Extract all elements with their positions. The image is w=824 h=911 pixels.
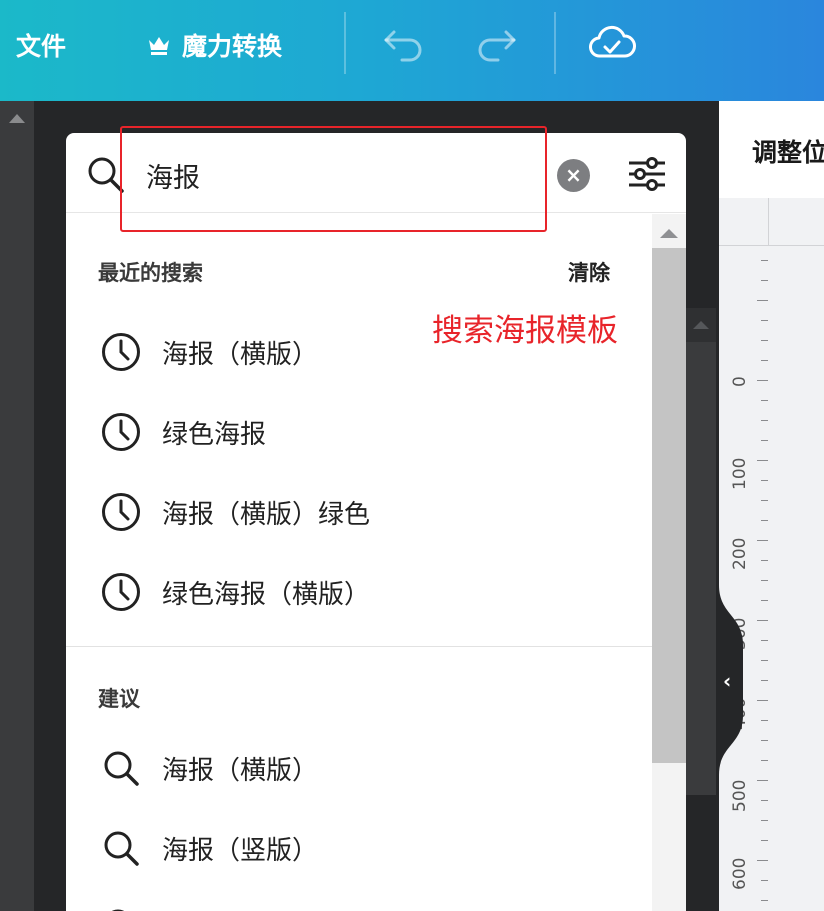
ruler-label: 500	[730, 779, 750, 812]
scroll-up-arrow-icon[interactable]	[9, 114, 25, 123]
ruler-tick	[761, 260, 768, 261]
ruler-tick	[761, 840, 768, 841]
panel-scrollbar[interactable]	[686, 342, 716, 795]
search-icon	[111, 909, 125, 911]
toolbar-divider	[554, 12, 556, 74]
right-panel-title: 调整位	[752, 138, 824, 167]
recent-search-label: 绿色海报	[162, 419, 267, 450]
ruler-tick	[761, 500, 768, 501]
suggestion-item[interactable]	[100, 903, 600, 911]
suggestions-title: 建议	[98, 687, 140, 711]
suggestion-label: 海报（竖版）	[162, 835, 319, 866]
vertical-ruler: 0 100 200 300 400 500 600	[719, 246, 769, 911]
ruler-tick	[761, 640, 768, 641]
left-scroll-strip	[0, 101, 34, 911]
ruler-tick	[761, 400, 768, 401]
recent-search-item[interactable]: 海报（横版）绿色	[100, 489, 600, 535]
ruler-tick	[761, 820, 768, 821]
recent-search-label: 绿色海报（横版）	[162, 579, 371, 610]
scroll-up-arrow-icon[interactable]	[660, 229, 678, 238]
ruler-tick	[761, 720, 768, 721]
annotation-highlight-box	[120, 126, 547, 232]
ruler-label: 100	[730, 457, 750, 490]
ruler-label: 600	[730, 857, 750, 890]
search-icon	[104, 751, 139, 786]
clear-recent-button[interactable]: 清除	[568, 257, 610, 287]
suggestion-item[interactable]: 海报（横版）	[100, 745, 600, 791]
clock-icon	[102, 413, 140, 451]
suggestion-label: 海报（横版）	[162, 755, 319, 786]
redo-icon[interactable]	[474, 22, 518, 62]
ruler-label: 0	[730, 376, 750, 387]
ruler-tick	[757, 700, 768, 701]
ruler-tick	[761, 760, 768, 761]
clear-icon[interactable]: ×	[557, 159, 590, 192]
file-menu[interactable]: 文件	[16, 27, 66, 63]
horizontal-ruler	[719, 198, 824, 246]
ruler-tick	[757, 300, 768, 301]
ruler-tick	[761, 800, 768, 801]
ruler-label: 200	[730, 537, 750, 570]
annotation-label: 搜索海报模板	[432, 313, 618, 349]
ruler-tick	[761, 360, 768, 361]
panel-scroll-up-icon	[693, 321, 709, 329]
ruler-tick	[761, 900, 768, 901]
ruler-tick	[761, 280, 768, 281]
search-icon	[104, 831, 139, 866]
clock-icon	[102, 493, 140, 531]
undo-icon[interactable]	[382, 22, 426, 62]
ruler-tick	[757, 860, 768, 861]
toolbar-divider	[344, 12, 346, 74]
ruler-tick	[761, 580, 768, 581]
ruler-tick	[761, 340, 768, 341]
filter-sliders-icon[interactable]	[626, 153, 668, 195]
recent-search-item[interactable]: 绿色海报	[100, 409, 600, 455]
dropdown-scroll-thumb[interactable]	[652, 248, 686, 763]
ruler-tick	[761, 320, 768, 321]
recent-search-label: 海报（横版）	[162, 339, 319, 370]
ruler-tick	[757, 780, 768, 781]
ruler-tick	[761, 440, 768, 441]
crown-icon	[149, 37, 169, 55]
section-divider	[66, 646, 652, 647]
magic-resize-button[interactable]: 魔力转换	[146, 27, 282, 63]
suggestion-item[interactable]: 海报（竖版）	[100, 825, 600, 871]
ruler-tick	[761, 740, 768, 741]
ruler-tick	[757, 540, 768, 541]
top-toolbar: 文件 魔力转换	[0, 0, 824, 101]
ruler-tick	[761, 560, 768, 561]
recent-search-label: 海报（横版）绿色	[162, 499, 371, 530]
magic-resize-label: 魔力转换	[182, 32, 283, 61]
ruler-tick	[761, 680, 768, 681]
ruler-tick	[761, 420, 768, 421]
clock-icon	[102, 573, 140, 611]
ruler-tick	[761, 880, 768, 881]
ruler-tick	[757, 380, 768, 381]
clock-icon	[102, 333, 140, 371]
ruler-tick	[757, 620, 768, 621]
cloud-check-icon[interactable]	[588, 22, 636, 64]
recent-search-item[interactable]: 绿色海报（横版）	[100, 569, 600, 615]
chevron-left-icon: ‹	[723, 669, 732, 693]
ruler-tick	[761, 520, 768, 521]
search-dropdown: × 最近的搜索 清除 海报（横版） 绿色海报 海报（横版）绿色 绿色海报（横版）…	[66, 133, 686, 911]
ruler-tick	[761, 660, 768, 661]
ruler-tick	[757, 460, 768, 461]
ruler-tick	[761, 480, 768, 481]
recent-searches-title: 最近的搜索	[98, 261, 203, 285]
ruler-tick	[761, 600, 768, 601]
